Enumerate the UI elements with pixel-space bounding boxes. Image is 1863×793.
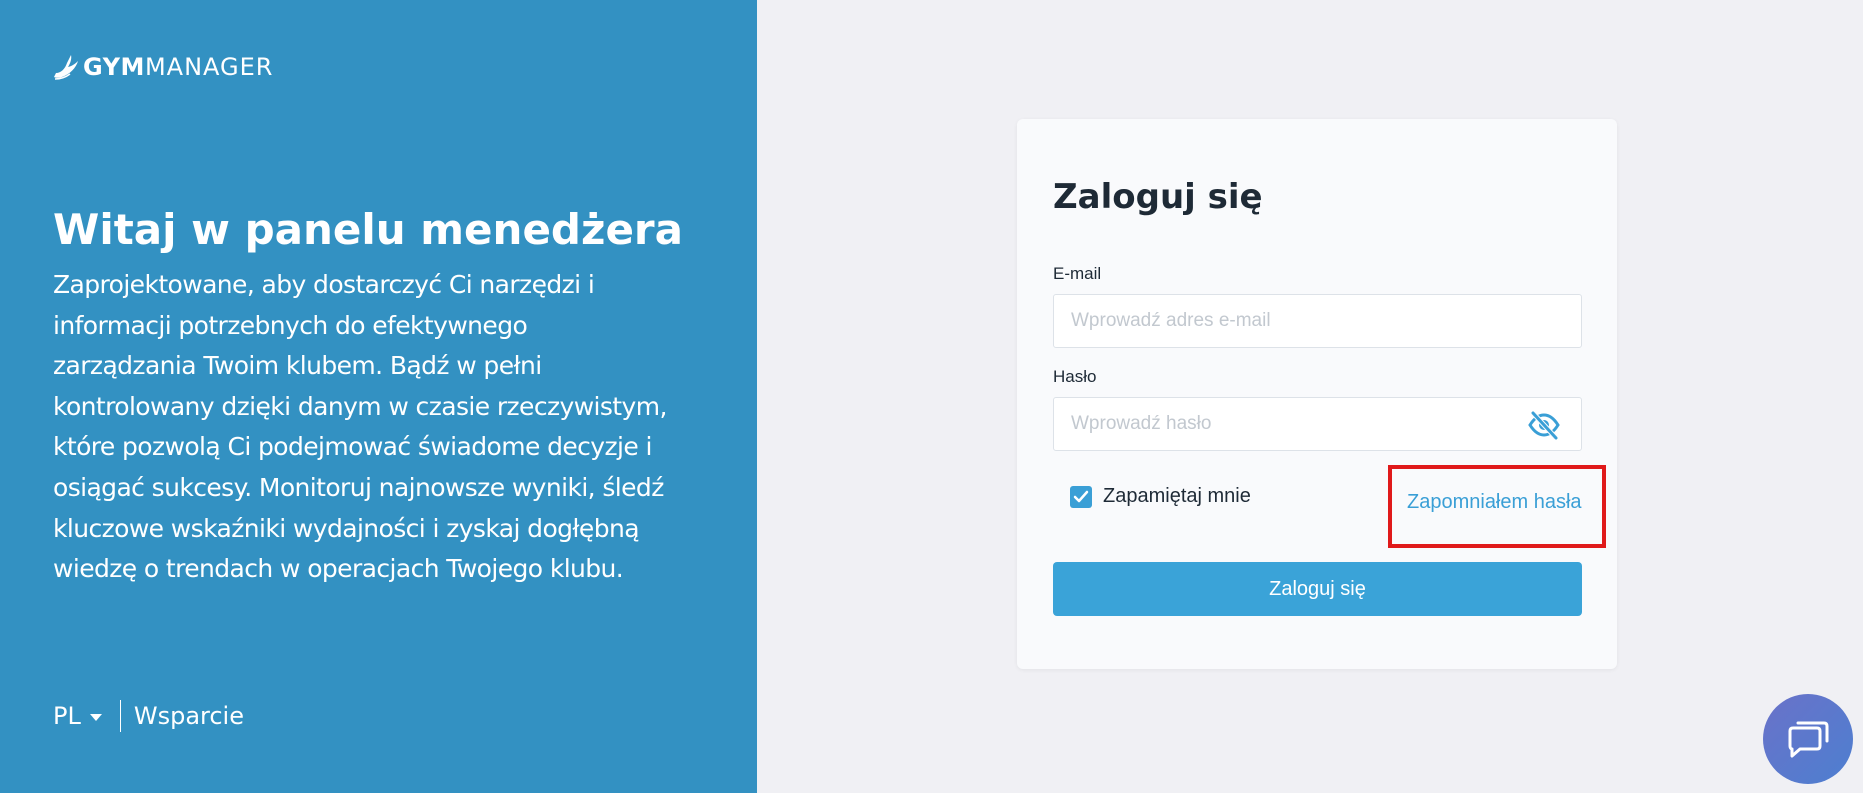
footer-divider	[119, 700, 121, 732]
forgot-password-link[interactable]: Zapomniałem hasła	[1407, 491, 1582, 514]
logo: GYM MANAGER	[53, 50, 273, 84]
checkmark-icon	[1073, 490, 1089, 502]
email-field-wrapper	[1053, 294, 1582, 348]
password-label: Hasło	[1053, 367, 1097, 386]
chat-button[interactable]	[1763, 694, 1853, 784]
welcome-title: Witaj w panelu menedżera	[53, 205, 683, 254]
remember-me-label: Zapamiętaj mnie	[1103, 485, 1251, 507]
email-input[interactable]	[1054, 295, 1581, 347]
login-card: Zaloguj się E-mail Hasło Zapamiętaj mnie…	[1017, 119, 1617, 669]
email-label: E-mail	[1053, 264, 1102, 283]
login-title: Zaloguj się	[1053, 177, 1263, 217]
login-button[interactable]: Zaloguj się	[1053, 562, 1582, 616]
logo-text-bold: GYM	[83, 53, 145, 81]
caret-down-icon	[89, 713, 102, 721]
gym-manager-logo-icon	[54, 55, 78, 80]
footer-links: PL Wsparcie	[53, 696, 244, 736]
language-label: PL	[53, 702, 81, 730]
language-select[interactable]: PL	[53, 702, 102, 730]
eye-slash-icon[interactable]	[1527, 409, 1561, 441]
logo-text-light: MANAGER	[144, 53, 274, 81]
remember-me-checkbox[interactable]: Zapamiętaj mnie	[1070, 485, 1251, 508]
password-field-wrapper	[1053, 397, 1582, 451]
chat-bubbles-icon	[1788, 721, 1829, 758]
left-panel: GYM MANAGER Witaj w panelu menedżera Zapr…	[0, 0, 757, 793]
welcome-description: Zaprojektowane, aby dostarczyć Ci narzęd…	[53, 270, 667, 584]
support-link[interactable]: Wsparcie	[134, 702, 244, 730]
password-input[interactable]	[1054, 398, 1581, 450]
checkbox-box[interactable]	[1070, 485, 1092, 508]
